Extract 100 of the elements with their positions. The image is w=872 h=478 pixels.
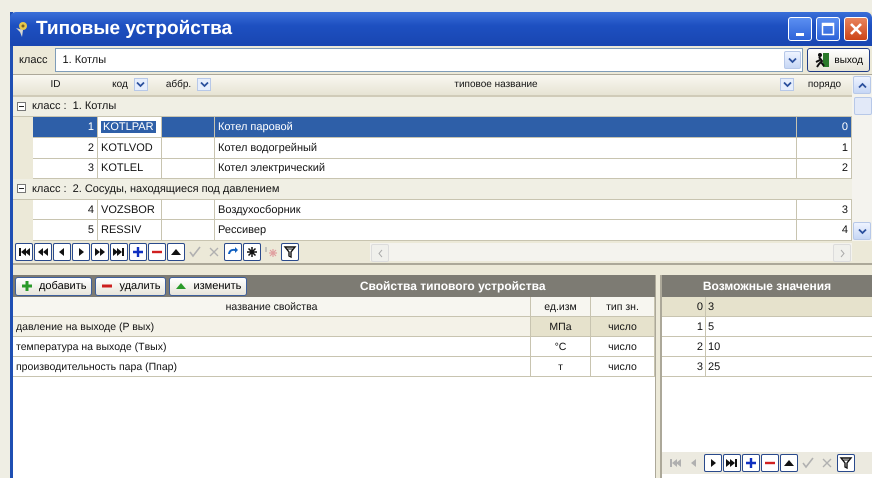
column-header: название свойства	[13, 297, 531, 317]
minimize-button[interactable]	[788, 17, 812, 41]
group-label: класс :	[32, 100, 67, 112]
cancel-icon	[820, 456, 834, 470]
asterisk-button[interactable]	[243, 243, 261, 261]
table-cell: 3	[797, 200, 852, 220]
column-filter-button[interactable]	[134, 78, 148, 92]
column-header: типовое название	[453, 79, 539, 90]
column-filter-button[interactable]	[197, 78, 212, 92]
insert-button[interactable]	[129, 243, 147, 261]
table-cell: 4	[797, 220, 852, 240]
filter-icon	[839, 456, 853, 470]
prior-record-button[interactable]	[53, 243, 71, 261]
chevron-up-icon	[858, 82, 866, 88]
table-cell: 0	[797, 117, 852, 137]
table-cell: Котел электрический	[215, 158, 797, 178]
last-record-button[interactable]	[723, 454, 741, 472]
column-filter-button[interactable]	[780, 78, 794, 92]
next-record-button[interactable]	[72, 243, 90, 261]
table-cell: МПа	[531, 317, 591, 337]
table-cell: 2	[662, 337, 706, 356]
exit-button[interactable]: выход	[807, 48, 870, 72]
refresh-button[interactable]	[224, 243, 242, 261]
chevron-down-icon	[782, 81, 792, 88]
group-label: класс :	[32, 182, 67, 195]
table-cell: давление на выходе (P вых)	[13, 317, 531, 337]
minimize-icon	[796, 32, 804, 36]
table-cell: KOTLVOD	[98, 138, 162, 158]
scroll-up-button[interactable]	[853, 76, 871, 94]
first-record-button[interactable]	[15, 243, 33, 261]
prior-page-button[interactable]	[34, 243, 52, 261]
table-cell: Котел водогрейный	[215, 138, 797, 158]
table-cell: число	[591, 357, 655, 377]
next-page-button[interactable]	[91, 243, 109, 261]
filter-icon	[283, 245, 297, 259]
table-cell: число	[591, 337, 655, 357]
table-cell: Воздухосборник	[215, 200, 797, 220]
chevron-down-icon	[858, 228, 866, 234]
insert-icon	[744, 456, 758, 470]
table-cell: °C	[531, 337, 591, 357]
post-icon	[188, 245, 202, 259]
table-cell: температура на выходе (Tвых)	[13, 337, 531, 357]
table-cell: 3	[33, 158, 98, 178]
sparkle-icon	[264, 245, 278, 259]
add-button[interactable]: добавить	[15, 276, 92, 296]
collapse-icon[interactable]	[17, 102, 26, 111]
chevron-down-icon	[200, 81, 209, 88]
edit-button[interactable]	[167, 243, 185, 261]
table-cell: 4	[33, 200, 98, 220]
class-dropdown[interactable]: 1. Котлы	[55, 48, 804, 72]
chevron-left-icon	[376, 248, 384, 258]
table-cell: KOTLEL	[98, 158, 162, 178]
table-cell: KOTLPAR	[98, 117, 162, 137]
table-cell: 1	[662, 317, 706, 336]
column-header: тип зн.	[591, 297, 655, 317]
chevron-down-icon	[136, 81, 146, 88]
table-cell: VOZSBOR	[98, 200, 162, 220]
delete-button[interactable]	[761, 454, 779, 472]
cancel-icon	[207, 245, 221, 259]
edit-button[interactable]: изменить	[169, 276, 248, 296]
group-name: 1. Котлы	[72, 100, 116, 112]
edit-button[interactable]	[780, 454, 798, 472]
column-header: аббр.	[166, 79, 192, 90]
table-cell-text: 10	[707, 340, 722, 354]
last-record-button[interactable]	[110, 243, 128, 261]
column-header: порядо	[808, 79, 842, 90]
filter-button[interactable]	[837, 454, 855, 472]
first-record-icon	[668, 456, 682, 470]
filter-button[interactable]	[281, 243, 299, 261]
insert-button[interactable]	[742, 454, 760, 472]
table-cell: RESSIV	[98, 220, 162, 240]
table-cell: т	[531, 357, 591, 377]
scrollbar-thumb[interactable]	[854, 97, 872, 115]
scroll-down-button[interactable]	[853, 222, 871, 240]
column-header: код	[112, 79, 128, 90]
table-cell-text: 25	[707, 360, 722, 374]
delete-button[interactable]	[148, 243, 166, 261]
group-name: 2. Сосуды, находящиеся под давлением	[72, 182, 280, 195]
table-cell: 3	[662, 357, 706, 376]
next-record-button[interactable]	[704, 454, 722, 472]
window-title: Типовые устройства	[36, 18, 234, 40]
first-record-icon	[17, 245, 31, 259]
chevron-right-icon	[838, 248, 846, 258]
column-header: ед.изм	[531, 297, 591, 317]
last-record-icon	[112, 245, 126, 259]
maximize-button[interactable]	[816, 17, 840, 41]
table-cell-text: 5	[707, 320, 716, 334]
post-icon	[801, 456, 815, 470]
table-cell: число	[591, 317, 655, 337]
remove-button[interactable]: удалить	[95, 276, 166, 296]
table-cell: производительность пара (Ппар)	[13, 357, 531, 377]
asterisk-icon	[245, 245, 259, 259]
dropdown-button[interactable]	[784, 51, 802, 69]
table-cell: 2	[33, 138, 98, 158]
collapse-icon[interactable]	[17, 184, 26, 194]
running-figure-icon	[814, 52, 830, 68]
table-cell: Котел паровой	[215, 117, 797, 137]
panel-title: Возможные значения	[662, 275, 872, 297]
prior-page-icon	[36, 245, 50, 259]
close-button[interactable]	[844, 17, 868, 41]
